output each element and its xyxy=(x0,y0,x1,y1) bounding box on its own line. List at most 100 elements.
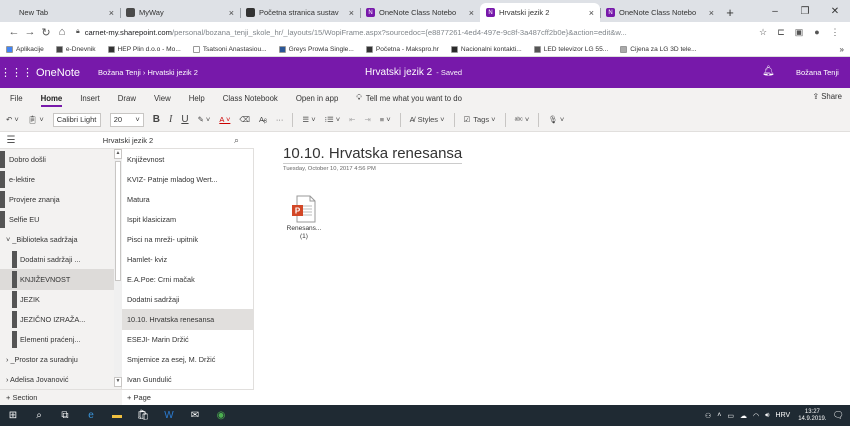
tray-overflow-icon[interactable]: ˄ xyxy=(717,412,721,419)
battery-icon[interactable]: ▭ xyxy=(727,412,734,420)
underline-button[interactable]: U xyxy=(181,114,188,125)
section-item[interactable]: JEZIK xyxy=(0,289,114,310)
clock[interactable]: 13:27 14.9.2019. xyxy=(798,409,826,423)
volume-icon[interactable]: 🔊︎ xyxy=(765,412,769,420)
bookmark-item[interactable]: Greys Prowla Single... xyxy=(278,45,354,53)
ribbon-tab[interactable]: View xyxy=(154,90,171,107)
page-item[interactable]: Književnost xyxy=(122,149,254,170)
page-title[interactable]: 10.10. Hrvatska renesansa xyxy=(283,145,463,164)
browser-tab[interactable]: N Hrvatski jezik 2 × xyxy=(480,3,600,22)
close-tab-icon[interactable]: × xyxy=(109,8,114,18)
section-item[interactable]: Selfie EU xyxy=(0,209,114,230)
browser-tab[interactable]: Početna stranica sustav × xyxy=(240,3,360,22)
action-center-icon[interactable]: 🗨︎ xyxy=(833,410,844,421)
section-item[interactable]: Dobro došli xyxy=(0,149,114,170)
page-item[interactable]: KVIZ- Patnje mladog Wert... xyxy=(122,169,254,190)
minimize-button[interactable]: – xyxy=(760,6,790,17)
onedrive-icon[interactable]: ☁ xyxy=(740,412,747,420)
scrollbar-thumb[interactable] xyxy=(115,161,121,281)
browser-tab[interactable]: N OneNote Class Notebo × xyxy=(360,3,480,22)
page-item[interactable]: E.A.Poe: Crni mačak xyxy=(122,269,254,290)
browser-tab[interactable]: N OneNote Class Notebo × xyxy=(600,3,720,22)
app-launcher-icon[interactable]: ⋮⋮⋮ xyxy=(0,66,33,79)
styles-brush-icon[interactable]: A̶ᵦ xyxy=(259,115,267,124)
page-item[interactable]: Smjernice za esej, M. Držić xyxy=(122,349,254,370)
font-name-dropdown[interactable]: Calibri Light xyxy=(52,112,101,127)
section-item[interactable]: JEZIČNO IZRAŽA... xyxy=(0,309,114,330)
bookmark-item[interactable]: Tsatsoni Anastasiou... xyxy=(192,45,267,53)
add-page-button[interactable]: + Page xyxy=(122,389,254,405)
page-item[interactable]: Dodatni sadržaji xyxy=(122,289,254,310)
ribbon-tab[interactable]: Draw xyxy=(118,90,136,107)
section-item[interactable]: › _Prostor za suradnju xyxy=(0,349,114,370)
bookmarks-overflow-button[interactable]: » xyxy=(840,45,844,54)
browser-tab[interactable]: New Tab × xyxy=(0,3,120,22)
page-item[interactable]: Ispit klasicizam xyxy=(122,209,254,230)
section-item[interactable]: KNJIŽEVNOST xyxy=(0,269,114,290)
browser-tab[interactable]: MyWay × xyxy=(120,3,240,22)
close-window-button[interactable]: ✕ xyxy=(820,6,850,17)
cast-icon[interactable]: ▣ xyxy=(790,27,808,38)
numbering-icon[interactable]: ⁝☰ ˅ xyxy=(325,115,341,124)
tags-button[interactable]: ☑ Tags ˅ xyxy=(464,115,496,124)
document-title-text[interactable]: Hrvatski jezik 2 xyxy=(365,67,432,78)
undo-icon[interactable]: ↶ ˅ xyxy=(6,115,19,124)
scroll-up-icon[interactable]: ▲ xyxy=(114,149,122,159)
outdent-icon[interactable]: ⇤ xyxy=(349,115,355,124)
search-icon[interactable]: ⌕ xyxy=(26,410,52,421)
tell-me-box[interactable]: 💡︎ Tell me what you want to do xyxy=(356,89,462,107)
section-item[interactable]: ˅ _Biblioteka sadržaja xyxy=(0,229,114,250)
italic-button[interactable]: I xyxy=(169,114,172,125)
ribbon-tab[interactable]: Help xyxy=(189,90,205,107)
page-item[interactable]: 10.10. Hrvatska renesansa xyxy=(122,309,254,330)
edge-browser-icon[interactable]: e xyxy=(78,410,104,421)
address-bar[interactable]: 🔒︎ carnet-my.sharepoint.com/personal/boz… xyxy=(76,25,746,40)
back-icon[interactable]: ← xyxy=(6,26,22,38)
ribbon-tab[interactable]: Class Notebook xyxy=(223,90,278,107)
bookmark-item[interactable]: HEP Plin d.o.o - Mo... xyxy=(107,45,181,53)
align-icon[interactable]: ≡ ˅ xyxy=(380,115,391,124)
profile-avatar-icon[interactable]: ● xyxy=(808,27,826,37)
language-indicator[interactable]: HRV xyxy=(776,412,791,419)
task-view-icon[interactable]: ⧉ xyxy=(52,410,78,421)
share-button[interactable]: ⇪ Share xyxy=(812,92,842,101)
highlight-icon[interactable]: ✎ ˅ xyxy=(198,115,211,124)
bookmark-item[interactable]: LED televizor LG 55... xyxy=(533,45,608,53)
section-item[interactable]: Dodatni sadržaji ... xyxy=(0,249,114,270)
ribbon-tab[interactable]: Insert xyxy=(80,90,100,107)
breadcrumb[interactable]: Božana Tenji › Hrvatski jezik 2 xyxy=(98,68,198,77)
search-icon[interactable]: ⌕ xyxy=(234,135,254,146)
more-options-icon[interactable]: ··· xyxy=(276,115,284,124)
close-tab-icon[interactable]: × xyxy=(229,8,234,18)
close-tab-icon[interactable]: × xyxy=(709,8,714,18)
notification-bell-icon[interactable]: 🔔︎ xyxy=(762,66,775,77)
notebook-name[interactable]: Hrvatski jezik 2 xyxy=(22,136,234,145)
ribbon-tab[interactable]: Home xyxy=(40,90,62,107)
close-tab-icon[interactable]: × xyxy=(589,8,594,18)
chrome-icon[interactable]: ◉ xyxy=(208,410,234,421)
wifi-icon[interactable]: ◠ xyxy=(753,412,759,420)
bookmark-item[interactable]: e-Dnevnik xyxy=(55,45,96,53)
maximize-button[interactable]: ❐ xyxy=(790,6,820,17)
ribbon-tab[interactable]: Open in app xyxy=(296,90,338,107)
dictate-icon[interactable]: 🎙︎ ˅ xyxy=(548,115,564,124)
new-tab-button[interactable]: + xyxy=(720,3,740,22)
store-icon[interactable]: 🛍︎ xyxy=(130,410,156,421)
page-item[interactable]: Hamlet- kviz xyxy=(122,249,254,270)
page-item[interactable]: Pisci na mreži- upitnik xyxy=(122,229,254,250)
page-item[interactable]: Ivan Gundulić xyxy=(122,369,254,390)
bookmark-item[interactable]: Aplikacije xyxy=(6,45,44,53)
page-item[interactable]: Matura xyxy=(122,189,254,210)
spelling-icon[interactable]: ᵃᵇᶜ ˅ xyxy=(515,115,530,124)
scroll-down-icon[interactable]: ▼ xyxy=(114,377,122,387)
extension-icon[interactable]: ⊏ xyxy=(772,27,790,38)
page-item[interactable]: ESEJI- Marin Držić xyxy=(122,329,254,350)
page-canvas[interactable] xyxy=(254,132,850,405)
app-name[interactable]: OneNote xyxy=(36,67,80,79)
bookmark-item[interactable]: Cijena za LG 3D tele... xyxy=(620,45,697,53)
styles-button[interactable]: A̸ Styles ˅ xyxy=(410,115,445,124)
close-tab-icon[interactable]: × xyxy=(469,8,474,18)
people-icon[interactable]: ⚇ xyxy=(705,412,711,420)
bookmark-item[interactable]: Nacionalni kontakti... xyxy=(450,45,522,53)
close-tab-icon[interactable]: × xyxy=(349,8,354,18)
